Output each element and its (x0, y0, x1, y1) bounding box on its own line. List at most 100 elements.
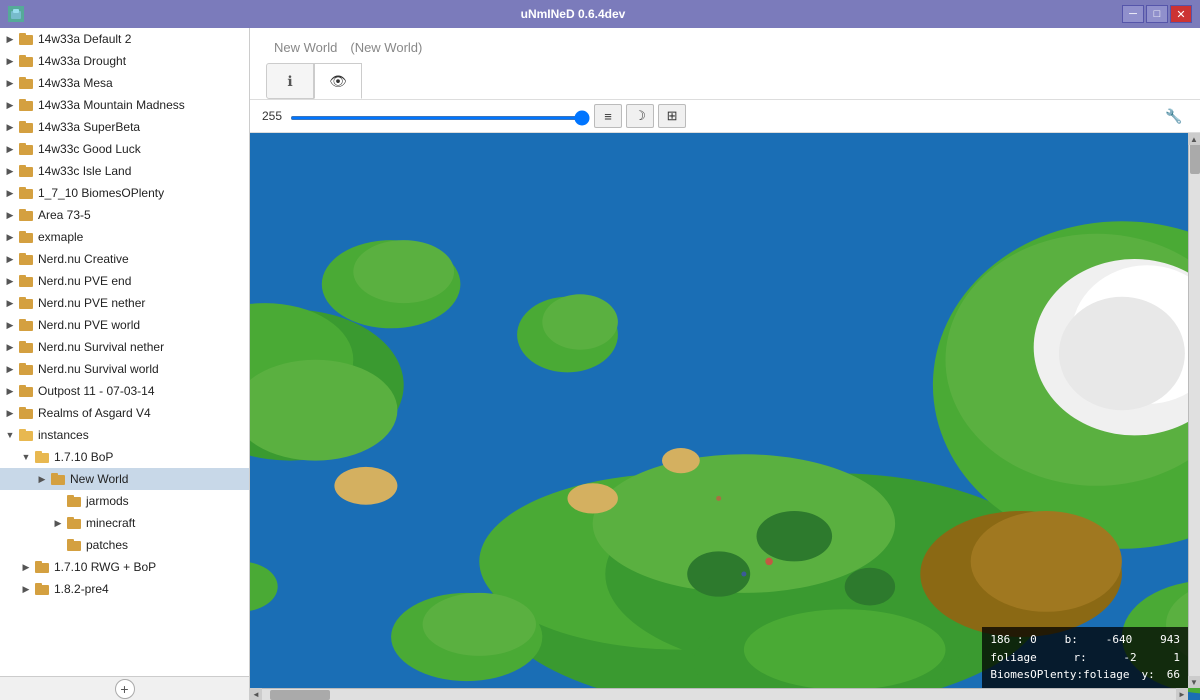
folder-icon (19, 55, 35, 67)
tree-item-item-14w33a-superbeta[interactable]: ▶14w33a SuperBeta (0, 116, 249, 138)
expand-arrow[interactable]: ▶ (4, 99, 16, 111)
expand-arrow[interactable]: ▶ (36, 473, 48, 485)
folder-icon (19, 99, 35, 111)
tree-label: 1_7_10 BiomesOPlenty (38, 186, 164, 200)
btn-moon[interactable]: ☽ (626, 104, 654, 128)
map-scrollbar-horizontal[interactable]: ◄ ► (250, 688, 1188, 700)
add-button[interactable]: + (115, 679, 135, 699)
scroll-arrow-right[interactable]: ► (1176, 688, 1188, 700)
sidebar: ▶14w33a Default 2▶14w33a Drought▶14w33a … (0, 28, 250, 700)
folder-icon (19, 385, 35, 397)
tree-label: Nerd.nu Creative (38, 252, 129, 266)
expand-arrow[interactable]: ▶ (4, 363, 16, 375)
tree-item-item-outpost11[interactable]: ▶Outpost 11 - 07-03-14 (0, 380, 249, 402)
tree-item-item-1710bop[interactable]: ▼ 1.7.10 BoP (0, 446, 249, 468)
maximize-button[interactable]: □ (1146, 5, 1168, 23)
tab-view[interactable]: 👁 (314, 63, 362, 99)
btn-list[interactable]: ≡ (594, 104, 622, 128)
tree-label: 1.7.10 RWG + BoP (54, 560, 156, 574)
folder-icon (35, 583, 51, 595)
expand-arrow[interactable]: ▶ (4, 55, 16, 67)
tree-label: Nerd.nu PVE world (38, 318, 140, 332)
status-row-3: BiomesOPlenty:foliage y: 66 (990, 666, 1180, 684)
tree-item-item-instances[interactable]: ▼instances (0, 424, 249, 446)
scrollbar-thumb-h[interactable] (270, 690, 330, 700)
tree-item-item-patches[interactable]: patches (0, 534, 249, 556)
expand-arrow[interactable]: ▶ (4, 385, 16, 397)
tree-item-item-nerd-pveworld[interactable]: ▶ Nerd.nu PVE world (0, 314, 249, 336)
close-button[interactable]: ✕ (1170, 5, 1192, 23)
tree-item-item-14w33c-isleland[interactable]: ▶ 14w33c Isle Land (0, 160, 249, 182)
tree-item-item-jarmods[interactable]: jarmods (0, 490, 249, 512)
tree-item-item-1710rwgbop[interactable]: ▶ 1.7.10 RWG + BoP (0, 556, 249, 578)
tab-bar: ℹ 👁 (266, 63, 1184, 99)
tab-info[interactable]: ℹ (266, 63, 314, 99)
expand-arrow[interactable]: ▶ (4, 165, 16, 177)
tree-item-item-area73-5[interactable]: ▶Area 73-5 (0, 204, 249, 226)
tree-item-item-nerd-survivalworld[interactable]: ▶Nerd.nu Survival world (0, 358, 249, 380)
expand-arrow[interactable] (52, 539, 64, 551)
tree-item-item-nerd-survivalnether[interactable]: ▶Nerd.nu Survival nether (0, 336, 249, 358)
expand-arrow[interactable]: ▶ (52, 517, 64, 529)
folder-icon (51, 473, 67, 485)
content-area: New World (New World) ℹ 👁 255 ≡ ☽ ⊞ 🔧 (250, 28, 1200, 700)
folder-icon (19, 363, 35, 375)
expand-arrow[interactable]: ▶ (4, 275, 16, 287)
tree-item-item-minecraft[interactable]: ▶minecraft (0, 512, 249, 534)
folder-icon (19, 187, 35, 199)
tree-item-item-1710-biomesoplenty[interactable]: ▶ 1_7_10 BiomesOPlenty (0, 182, 249, 204)
expand-arrow[interactable]: ▶ (4, 121, 16, 133)
tree-item-item-newworld[interactable]: ▶New World (0, 468, 249, 490)
expand-arrow[interactable]: ▶ (4, 297, 16, 309)
tree-item-item-realms-asgard[interactable]: ▶Realms of Asgard V4 (0, 402, 249, 424)
minimize-button[interactable]: ─ (1122, 5, 1144, 23)
tree-label: 1.7.10 BoP (54, 450, 113, 464)
map-scrollbar-vertical[interactable]: ▲ ▼ (1188, 133, 1200, 688)
tree-item-item-14w33c-goodluck[interactable]: ▶14w33c Good Luck (0, 138, 249, 160)
main-layout: ▶14w33a Default 2▶14w33a Drought▶14w33a … (0, 28, 1200, 700)
tree-item-item-182pre4[interactable]: ▶1.8.2-pre4 (0, 578, 249, 600)
tree-container: ▶14w33a Default 2▶14w33a Drought▶14w33a … (0, 28, 249, 600)
tree-label: 14w33c Isle Land (38, 164, 131, 178)
tree-item-item-14w33a-default2[interactable]: ▶14w33a Default 2 (0, 28, 249, 50)
tree-item-item-nerd-creative[interactable]: ▶ Nerd.nu Creative (0, 248, 249, 270)
expand-arrow[interactable]: ▶ (4, 231, 16, 243)
toolbar-value: 255 (262, 109, 282, 123)
expand-arrow[interactable]: ▶ (4, 187, 16, 199)
expand-arrow[interactable]: ▶ (4, 209, 16, 221)
window-controls: ─ □ ✕ (1122, 5, 1192, 23)
tree-item-item-14w33a-mesa[interactable]: ▶14w33a Mesa (0, 72, 249, 94)
folder-icon (67, 517, 83, 529)
folder-icon (19, 275, 35, 287)
scroll-arrow-left[interactable]: ◄ (250, 688, 262, 700)
tree-item-item-nerd-pvenether[interactable]: ▶Nerd.nu PVE nether (0, 292, 249, 314)
folder-icon (19, 429, 35, 441)
expand-arrow[interactable]: ▼ (4, 429, 16, 441)
expand-arrow[interactable]: ▶ (4, 319, 16, 331)
expand-arrow[interactable]: ▶ (4, 407, 16, 419)
folder-icon (35, 451, 51, 463)
map-container[interactable]: ▲ ▼ ◄ ► 186 : 0 b: -640 943 foliage r: (250, 133, 1200, 700)
folder-icon (35, 561, 51, 573)
expand-arrow[interactable]: ▶ (4, 33, 16, 45)
tree-item-item-14w33a-drought[interactable]: ▶14w33a Drought (0, 50, 249, 72)
tree-item-item-exmaple[interactable]: ▶exmaple (0, 226, 249, 248)
scroll-arrow-up[interactable]: ▲ (1188, 133, 1200, 145)
expand-arrow[interactable]: ▶ (20, 561, 32, 573)
expand-arrow[interactable] (52, 495, 64, 507)
tree-item-item-14w33a-mountain[interactable]: ▶14w33a Mountain Madness (0, 94, 249, 116)
folder-icon (19, 77, 35, 89)
tree-item-item-nerd-pveend[interactable]: ▶Nerd.nu PVE end (0, 270, 249, 292)
wrench-button[interactable]: 🔧 (1160, 104, 1188, 128)
expand-arrow[interactable]: ▶ (4, 341, 16, 353)
expand-arrow[interactable]: ▶ (4, 253, 16, 265)
expand-arrow[interactable]: ▼ (20, 451, 32, 463)
status-biome2: BiomesOPlenty:foliage (990, 666, 1129, 684)
expand-arrow[interactable]: ▶ (4, 143, 16, 155)
expand-arrow[interactable]: ▶ (20, 583, 32, 595)
expand-arrow[interactable]: ▶ (4, 77, 16, 89)
btn-grid[interactable]: ⊞ (658, 104, 686, 128)
folder-icon (19, 407, 35, 419)
scroll-arrow-down[interactable]: ▼ (1188, 676, 1200, 688)
height-slider[interactable] (290, 116, 590, 120)
